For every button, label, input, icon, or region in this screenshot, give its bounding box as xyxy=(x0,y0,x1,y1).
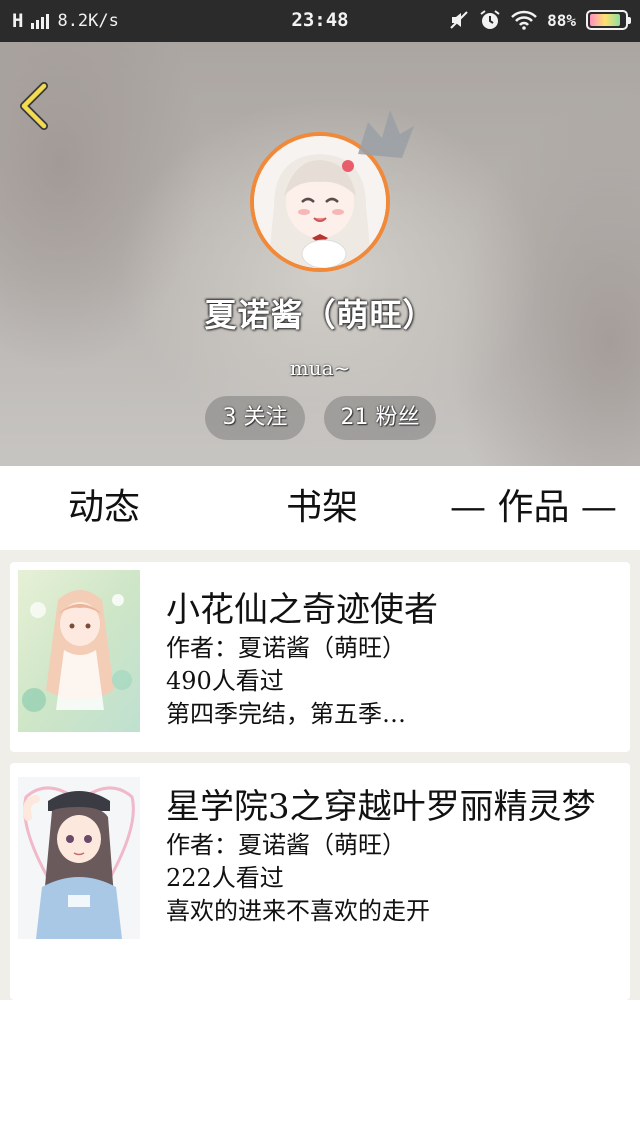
book-views: 222人看过 xyxy=(166,864,284,892)
back-button[interactable] xyxy=(14,80,58,132)
cover-image xyxy=(18,777,140,939)
signature: mua~ xyxy=(289,356,351,380)
works-list: 小花仙之奇迹使者 作者：夏诺酱（萌旺） 490人看过 第四季完结，第五季… 星学… xyxy=(0,550,640,1000)
cover-image xyxy=(18,570,140,732)
list-item[interactable]: 小花仙之奇迹使者 作者：夏诺酱（萌旺） 490人看过 第四季完结，第五季… xyxy=(10,562,630,752)
wifi-icon xyxy=(511,10,537,30)
tab-dynamic[interactable]: 动态 xyxy=(68,466,140,550)
book-views: 490人看过 xyxy=(166,667,284,695)
fans-count[interactable]: 21 粉丝 xyxy=(324,396,436,440)
avatar-container xyxy=(250,110,414,272)
mute-icon xyxy=(450,11,468,29)
list-item[interactable]: 星学院3之穿越叶罗丽精灵梦 作者：夏诺酱（萌旺） 222人看过 喜欢的进来不喜欢… xyxy=(10,763,630,1000)
book-author: 作者：夏诺酱（萌旺） xyxy=(166,634,406,662)
battery-percent: 88% xyxy=(547,10,576,30)
following-count[interactable]: 3 关注 xyxy=(205,396,305,440)
tab-bookshelf[interactable]: 书架 xyxy=(286,466,358,550)
book-author: 作者：夏诺酱（萌旺） xyxy=(166,831,406,859)
chevron-left-icon xyxy=(20,82,48,130)
book-desc: 第四季完结，第五季… xyxy=(166,700,406,728)
book-title: 星学院3之穿越叶罗丽精灵梦 xyxy=(166,787,596,827)
card-text: 小花仙之奇迹使者 作者：夏诺酱（萌旺） 490人看过 第四季完结，第五季… xyxy=(166,588,610,731)
book-title: 小花仙之奇迹使者 xyxy=(166,590,438,630)
battery-icon xyxy=(586,10,631,30)
tab-bar: 动态 书架 — 作品 — xyxy=(0,466,640,550)
status-right: 88% xyxy=(449,9,631,31)
nickname: 夏诺酱（萌旺） xyxy=(204,296,436,334)
book-cover xyxy=(18,570,140,732)
profile-header: 夏诺酱（萌旺） mua~ 3 关注 21 粉丝 xyxy=(0,42,640,466)
alarm-icon xyxy=(480,10,500,29)
status-bar: H 8.2K/s 23:48 88% xyxy=(0,0,640,42)
book-cover xyxy=(18,777,140,939)
tab-works[interactable]: — 作品 — xyxy=(450,466,617,550)
crown-icon xyxy=(358,110,414,158)
empty-area xyxy=(0,1000,640,1138)
book-desc: 喜欢的进来不喜欢的走开 xyxy=(166,897,430,925)
card-text: 星学院3之穿越叶罗丽精灵梦 作者：夏诺酱（萌旺） 222人看过 喜欢的进来不喜欢… xyxy=(166,785,610,928)
